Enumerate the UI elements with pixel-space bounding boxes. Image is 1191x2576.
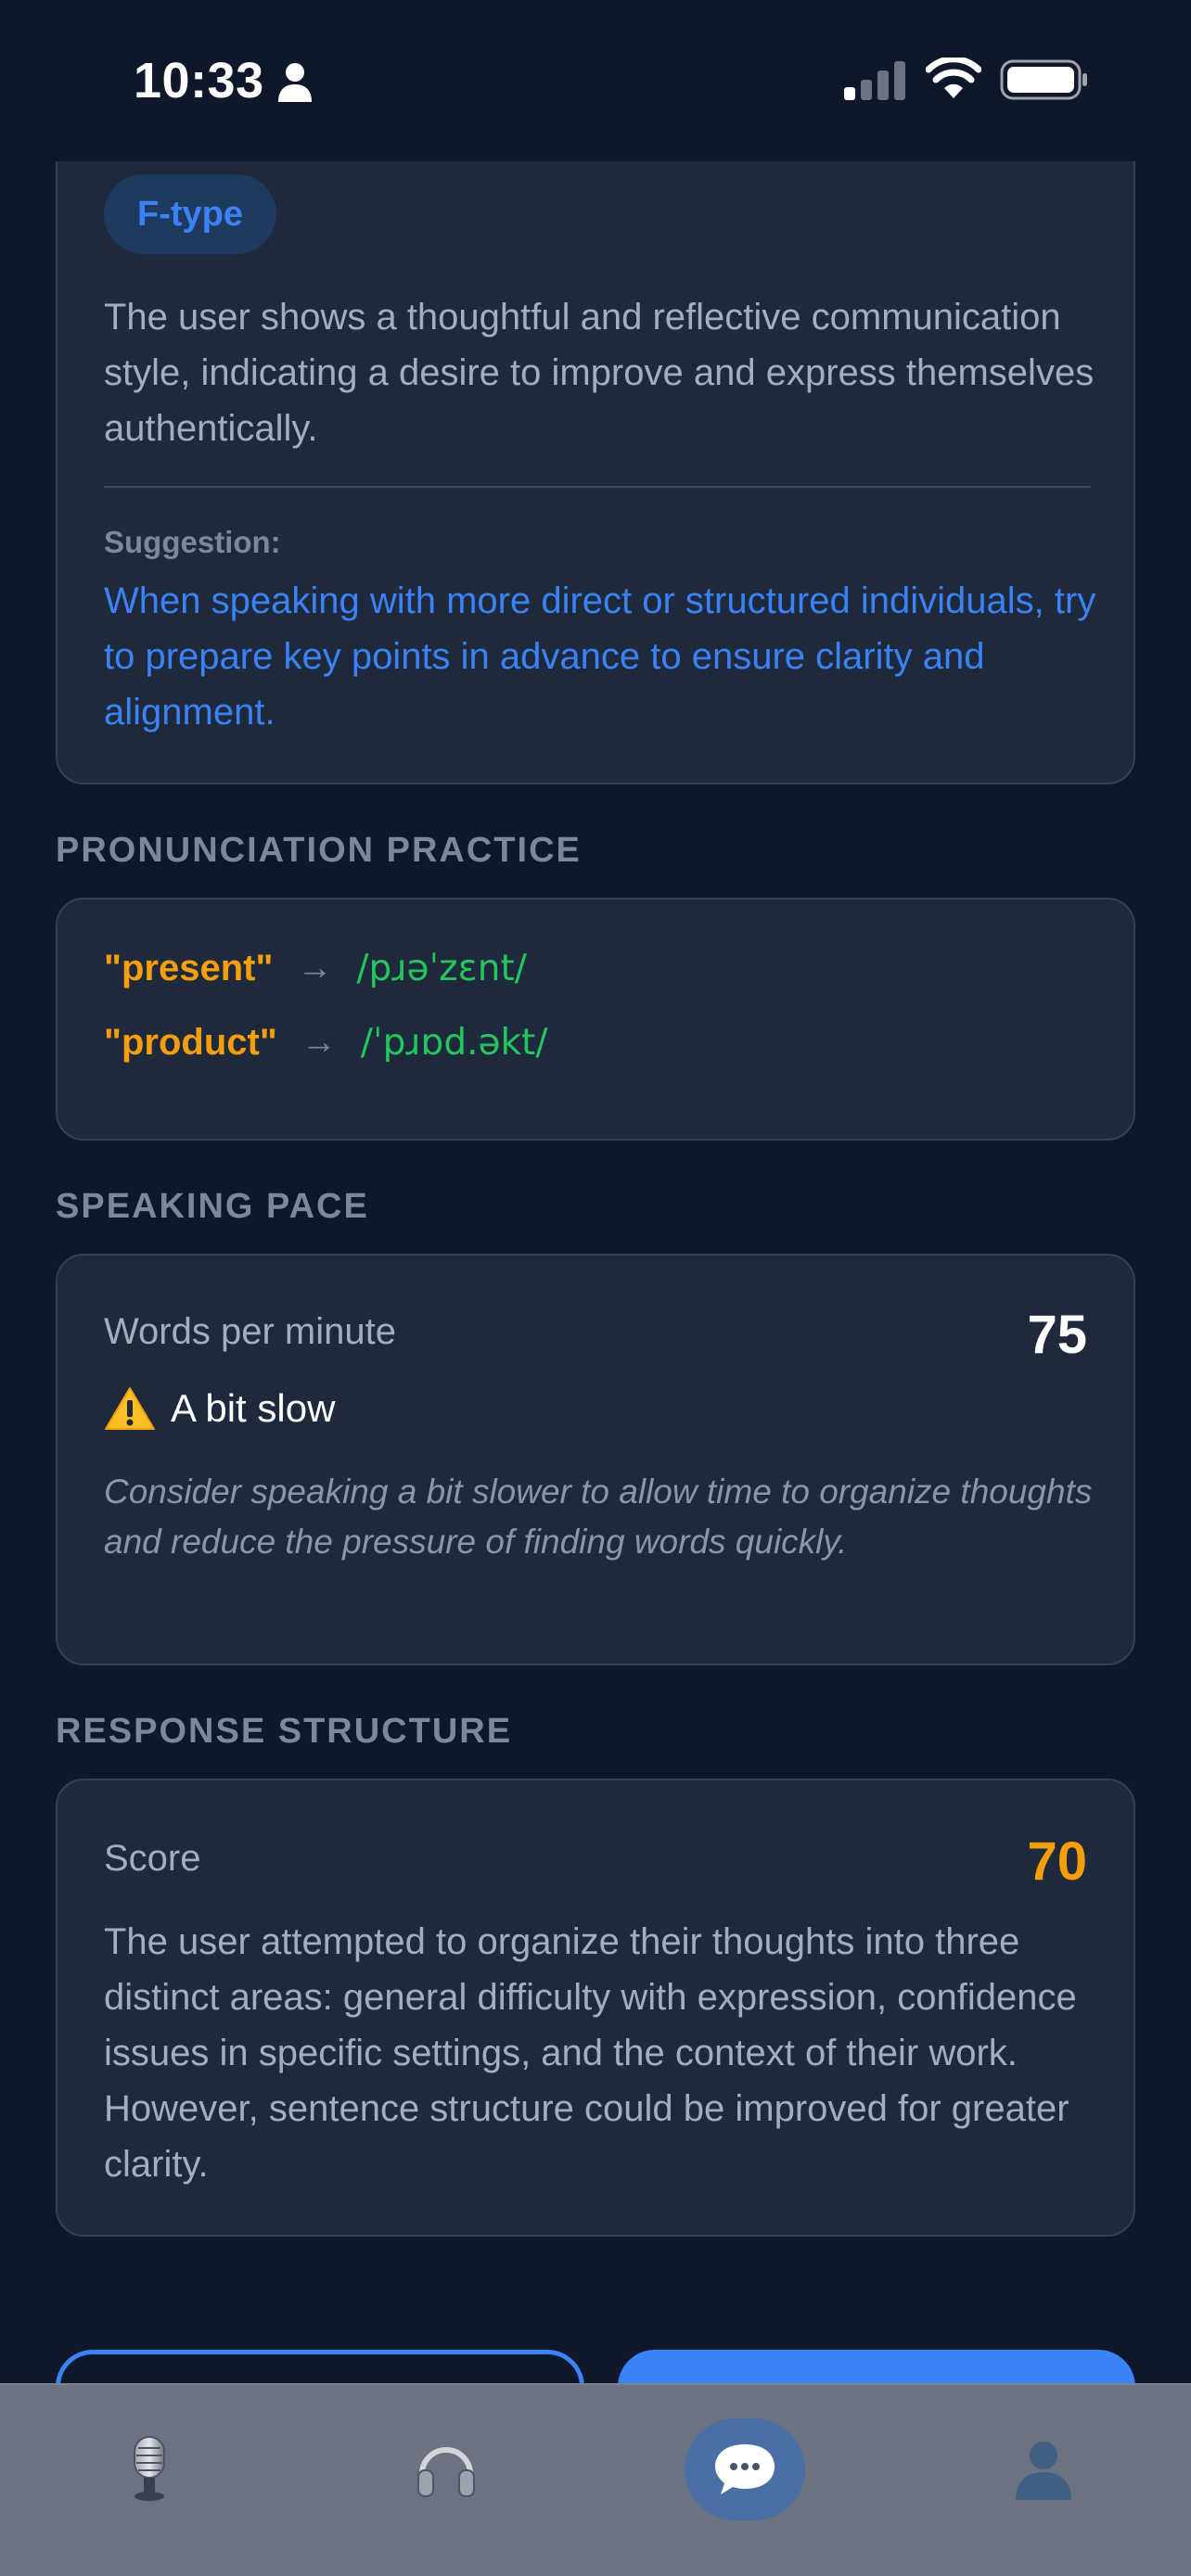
tab-chat[interactable] bbox=[685, 2418, 805, 2520]
suggestion-label: Suggestion: bbox=[104, 525, 281, 559]
personality-description: The user shows a thoughtful and reflecti… bbox=[104, 297, 1095, 449]
personality-type-badge: F-type bbox=[104, 174, 276, 254]
pronunciation-ipa: /pɹəˈzɛnt/ bbox=[356, 948, 527, 989]
pronunciation-item[interactable]: "product" → /ˈpɹɒd.əkt/ bbox=[104, 1022, 547, 1064]
pronunciation-section-title: PRONUNCIATION PRACTICE bbox=[56, 831, 582, 870]
score-value: 70 bbox=[1027, 1831, 1087, 1892]
pronunciation-word: "product" bbox=[104, 1022, 277, 1063]
pronunciation-item[interactable]: "present" → /pɹəˈzɛnt/ bbox=[104, 948, 527, 989]
tab-profile[interactable] bbox=[983, 2422, 1104, 2515]
profile-icon bbox=[1016, 2442, 1071, 2500]
pronunciation-word: "present" bbox=[104, 948, 274, 988]
pace-advice: Consider speaking a bit slower to allow … bbox=[104, 1473, 1093, 1561]
personality-card: F-type The user shows a thoughtful and r… bbox=[56, 111, 1135, 784]
analysis-screen: F-type The user shows a thoughtful and r… bbox=[0, 0, 1191, 2576]
divider bbox=[104, 486, 1091, 488]
wpm-value: 75 bbox=[1027, 1305, 1087, 1365]
speaking-pace-card: Words per minute 75 A bit slow Consider … bbox=[56, 1254, 1135, 1665]
pace-status: A bit slow bbox=[104, 1385, 335, 1432]
arrow-right-icon: → bbox=[301, 1023, 337, 1062]
pronunciation-ipa: /ˈpɹɒd.əkt/ bbox=[360, 1022, 548, 1064]
response-structure-section-title: RESPONSE STRUCTURE bbox=[56, 1712, 513, 1751]
tab-practice[interactable] bbox=[89, 2422, 210, 2515]
pronunciation-card: "present" → /pɹəˈzɛnt/ "product" → /ˈpɹɒ… bbox=[56, 898, 1135, 1141]
tab-listen[interactable] bbox=[386, 2422, 506, 2515]
signal-icon bbox=[844, 61, 905, 100]
warning-icon bbox=[105, 1387, 155, 1430]
bottom-tab-bar bbox=[0, 2383, 1191, 2576]
suggestion-text: When speaking with more direct or struct… bbox=[104, 580, 1096, 733]
response-structure-card: Score 70 The user attempted to organize … bbox=[56, 1779, 1135, 2237]
score-label: Score bbox=[104, 1838, 201, 1879]
pace-status-text: A bit slow bbox=[171, 1386, 336, 1430]
speaking-pace-section-title: SPEAKING PACE bbox=[56, 1187, 369, 1226]
battery-icon bbox=[1000, 59, 1087, 100]
wpm-label: Words per minute bbox=[104, 1311, 396, 1352]
status-bar: 10:33 bbox=[0, 0, 1191, 161]
response-structure-text: The user attempted to organize their tho… bbox=[104, 1921, 1077, 2185]
arrow-right-icon: → bbox=[297, 949, 333, 988]
microphone-icon bbox=[134, 2436, 165, 2501]
chat-bubble-icon bbox=[715, 2444, 775, 2494]
wifi-icon bbox=[926, 57, 981, 98]
person-icon bbox=[278, 63, 312, 102]
headphones-icon bbox=[417, 2447, 475, 2497]
status-time: 10:33 bbox=[134, 53, 264, 108]
